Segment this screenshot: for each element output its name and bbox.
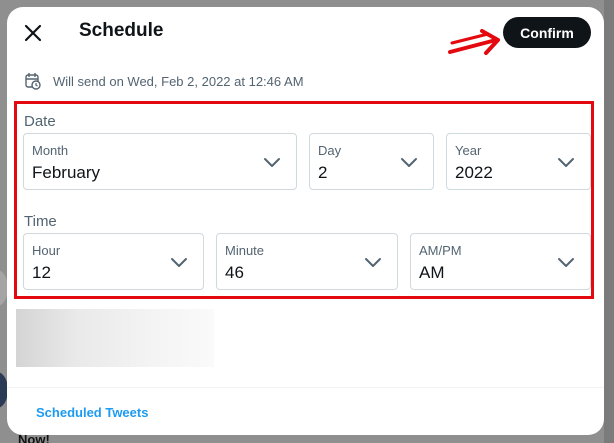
- modal-header: Schedule Confirm: [7, 7, 604, 59]
- confirm-button[interactable]: Confirm: [503, 17, 591, 48]
- calendar-clock-icon: [25, 73, 41, 90]
- hour-select[interactable]: Hour 12: [23, 233, 204, 290]
- minute-select-label: Minute: [225, 243, 265, 258]
- footer-divider: [7, 387, 604, 388]
- chevron-down-icon: [264, 158, 280, 167]
- hour-select-label: Hour: [32, 243, 61, 258]
- time-section-label: Time: [24, 213, 57, 230]
- scheduled-tweets-link[interactable]: Scheduled Tweets: [36, 405, 148, 420]
- schedule-modal: Schedule Confirm Will send on Wed, Feb 2…: [7, 7, 604, 435]
- chevron-down-icon: [558, 158, 574, 167]
- will-send-text: Will send on Wed, Feb 2, 2022 at 12:46 A…: [53, 73, 304, 89]
- month-select[interactable]: Month February: [23, 133, 297, 190]
- year-select-label: Year: [455, 143, 482, 158]
- close-button[interactable]: [17, 17, 49, 49]
- month-select-value: February: [32, 163, 101, 182]
- month-select-label: Month: [32, 143, 69, 158]
- minute-select[interactable]: Minute 46: [216, 233, 398, 290]
- background-timeline-edge: [604, 0, 614, 443]
- ampm-select[interactable]: AM/PM AM: [410, 233, 591, 290]
- chevron-down-icon: [558, 258, 574, 267]
- day-select-value: 2: [318, 163, 328, 182]
- chevron-down-icon: [365, 258, 381, 267]
- blurred-placeholder: [16, 309, 214, 367]
- chevron-down-icon: [171, 258, 187, 267]
- ampm-select-value: AM: [419, 263, 445, 282]
- date-section-label: Date: [24, 113, 56, 130]
- hour-select-value: 12: [32, 263, 51, 282]
- year-select-value: 2022: [455, 163, 493, 182]
- chevron-down-icon: [401, 158, 417, 167]
- close-icon: [24, 24, 42, 42]
- scheduled-time-summary: Will send on Wed, Feb 2, 2022 at 12:46 A…: [25, 71, 304, 91]
- ampm-select-label: AM/PM: [419, 243, 462, 258]
- year-select[interactable]: Year 2022: [446, 133, 591, 190]
- arrow-annotation-icon: [448, 29, 500, 55]
- day-select-label: Day: [318, 143, 342, 158]
- minute-select-value: 46: [225, 263, 244, 282]
- day-select[interactable]: Day 2: [309, 133, 434, 190]
- modal-title: Schedule: [79, 20, 164, 41]
